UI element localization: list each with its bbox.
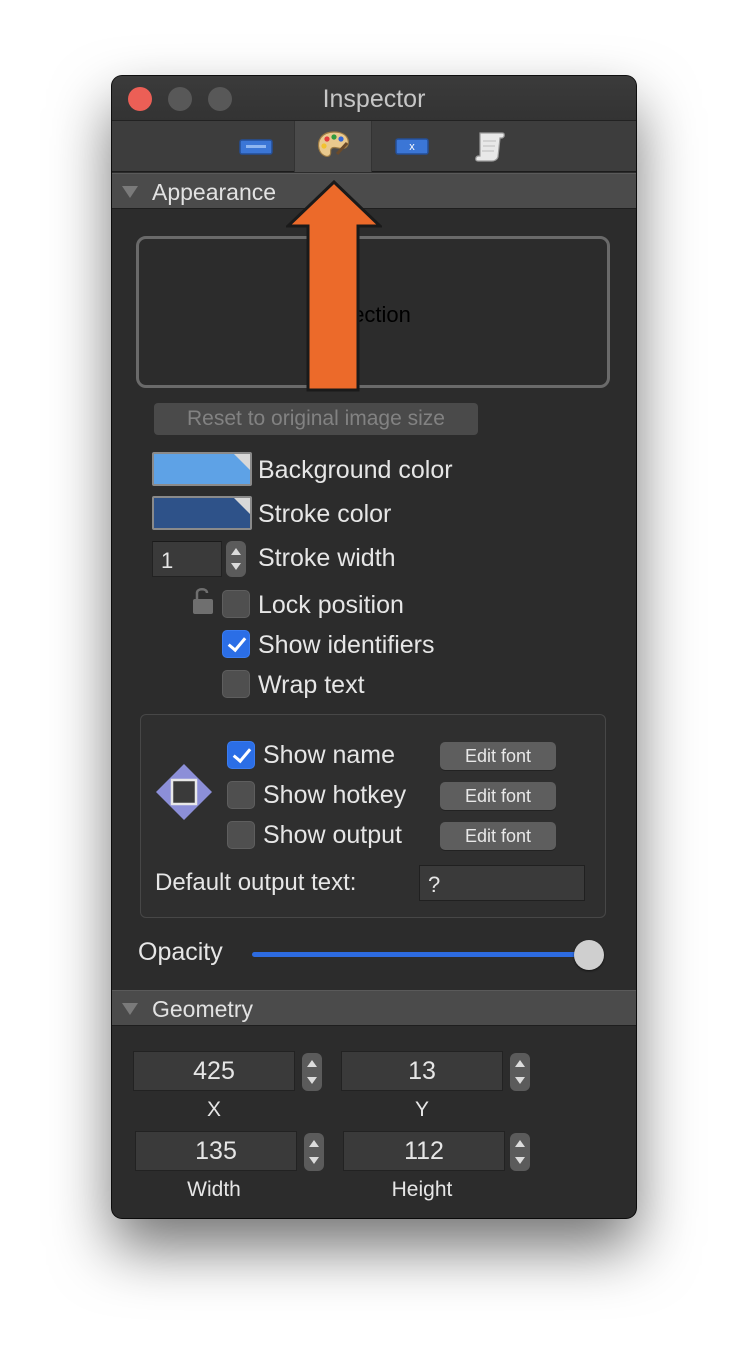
stroke-color-label: Stroke color (258, 500, 392, 528)
lock-position-checkbox[interactable] (222, 590, 250, 618)
height-field[interactable]: 112 (343, 1131, 505, 1171)
default-output-field[interactable]: ? (419, 865, 585, 901)
inspector-window: Inspector x Appearance election Reset to… (112, 76, 636, 1218)
y-label: Y (414, 1098, 429, 1121)
stepper-up-icon[interactable] (515, 1060, 525, 1067)
default-output-label: Default output text: (155, 869, 357, 896)
stepper-down-icon[interactable] (309, 1157, 319, 1164)
reset-image-size-button[interactable]: Reset to original image size (154, 403, 478, 435)
appearance-header-label: Appearance (152, 179, 277, 205)
show-name-checkbox[interactable] (227, 741, 255, 769)
edit-font-hotkey-button[interactable]: Edit font (440, 782, 556, 810)
svg-text:x: x (409, 141, 415, 153)
background-color-well[interactable] (152, 452, 252, 486)
y-field[interactable]: 13 (341, 1051, 503, 1091)
variable-tab-icon: x (395, 138, 429, 155)
show-output-checkbox[interactable] (227, 821, 255, 849)
stepper-down-icon[interactable] (515, 1157, 525, 1164)
lock-icon (193, 588, 213, 614)
show-identifiers-label: Show identifiers (258, 631, 435, 659)
disclosure-triangle-icon[interactable] (122, 186, 138, 198)
window-title: Inspector (322, 85, 426, 113)
height-stepper[interactable] (510, 1133, 530, 1171)
wrap-text-label: Wrap text (258, 671, 365, 699)
move-handle-icon (156, 764, 212, 820)
stroke-width-label: Stroke width (258, 544, 396, 572)
opacity-slider-knob[interactable] (574, 940, 604, 970)
background-color-label: Background color (258, 456, 453, 484)
identifier-tab-icon (239, 139, 273, 155)
geometry-header-label: Geometry (152, 996, 253, 1022)
stepper-down-icon[interactable] (307, 1077, 317, 1084)
palette-icon (317, 131, 349, 157)
show-hotkey-label: Show hotkey (263, 781, 407, 809)
color-well-corner-icon (234, 454, 250, 470)
stepper-up-icon[interactable] (307, 1060, 317, 1067)
height-label: Height (391, 1178, 453, 1201)
show-identifiers-checkbox[interactable] (222, 630, 250, 658)
tab-variable[interactable]: x (372, 121, 450, 172)
disclosure-triangle-icon[interactable] (122, 1003, 138, 1015)
tab-identifier[interactable] (216, 121, 294, 172)
opacity-label: Opacity (138, 938, 223, 966)
lock-position-label: Lock position (258, 591, 404, 619)
x-stepper[interactable] (302, 1053, 322, 1091)
color-well-corner-icon (234, 498, 250, 514)
label-options-group: Show name Edit font Show hotkey Edit fon… (140, 714, 606, 918)
tab-note[interactable] (450, 121, 528, 172)
tab-appearance[interactable] (294, 121, 372, 172)
y-stepper[interactable] (510, 1053, 530, 1091)
opacity-slider-track[interactable] (252, 952, 590, 957)
annotation-arrow-icon (286, 180, 382, 392)
stroke-color-well[interactable] (152, 496, 252, 530)
stroke-width-stepper[interactable] (226, 541, 246, 577)
width-stepper[interactable] (304, 1133, 324, 1171)
stepper-down-icon[interactable] (231, 563, 241, 570)
stroke-width-field[interactable]: 1 (152, 541, 222, 577)
edit-font-name-button[interactable]: Edit font (440, 742, 556, 770)
title-bar[interactable]: Inspector (112, 76, 636, 120)
stepper-up-icon[interactable] (309, 1140, 319, 1147)
wrap-text-checkbox[interactable] (222, 670, 250, 698)
stepper-up-icon[interactable] (231, 548, 241, 555)
x-field[interactable]: 425 (133, 1051, 295, 1091)
scroll-icon (475, 132, 505, 162)
width-label: Width (187, 1178, 241, 1201)
show-name-label: Show name (263, 741, 396, 769)
inspector-toolbar: x (112, 120, 636, 172)
stepper-up-icon[interactable] (515, 1140, 525, 1147)
show-output-label: Show output (263, 821, 402, 849)
stepper-down-icon[interactable] (515, 1077, 525, 1084)
x-label: X (206, 1098, 221, 1121)
geometry-section-header[interactable]: Geometry (112, 990, 636, 1026)
width-field[interactable]: 135 (135, 1131, 297, 1171)
show-hotkey-checkbox[interactable] (227, 781, 255, 809)
edit-font-output-button[interactable]: Edit font (440, 822, 556, 850)
